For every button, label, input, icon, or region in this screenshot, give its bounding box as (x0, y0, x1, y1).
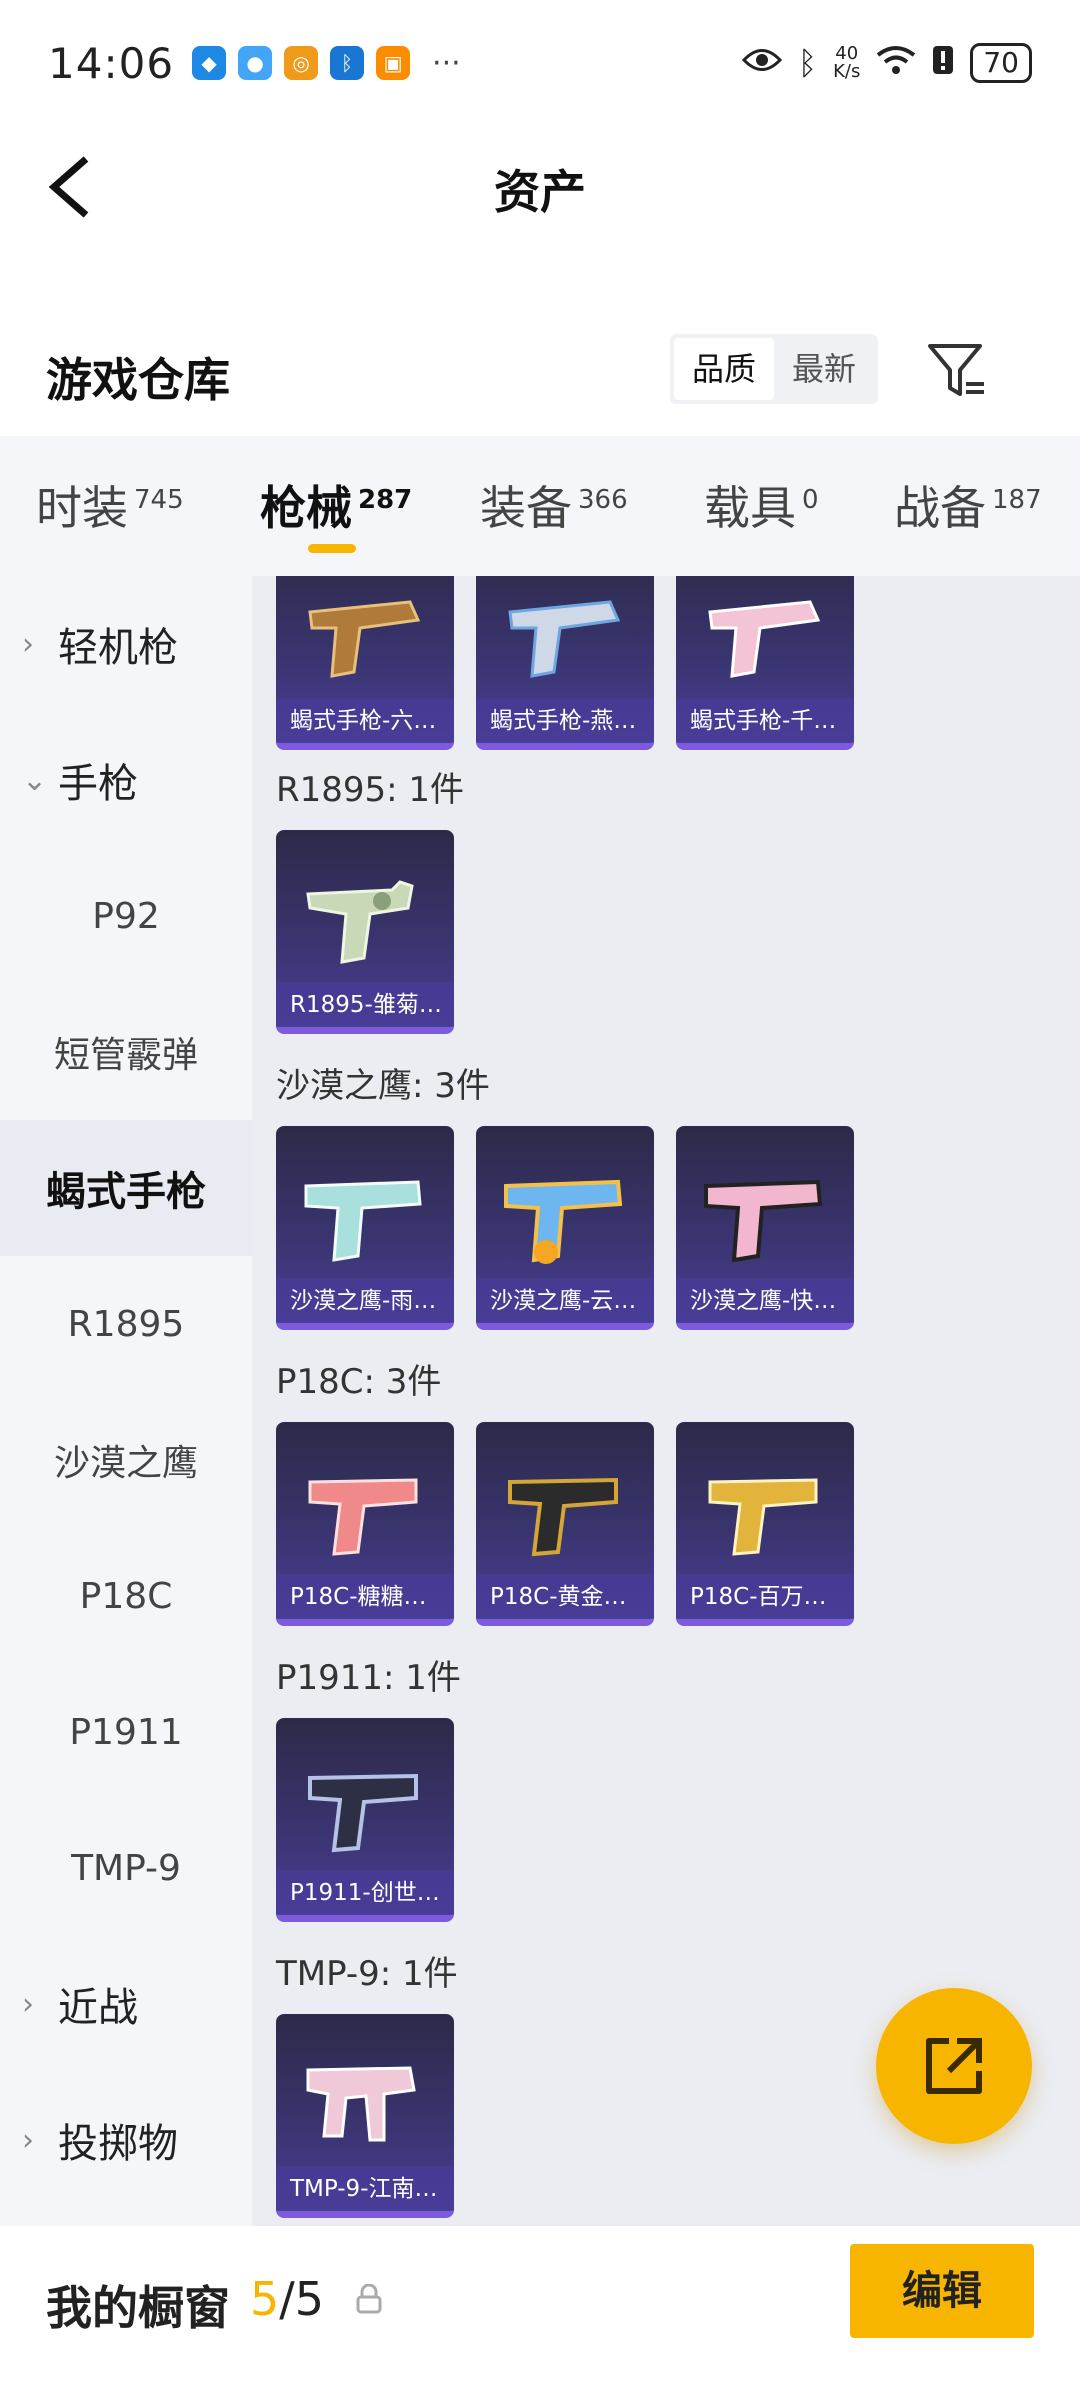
sidebar-item-p1911[interactable]: P1911 (0, 1664, 252, 1800)
showcase-count: 5/5 (250, 2272, 325, 2326)
sidebar-item-p92[interactable]: P92 (0, 848, 252, 984)
sidebar-item-lmg[interactable]: › 轻机枪 (0, 576, 252, 712)
bottom-showcase-bar: 我的橱窗 5/5 编辑 (0, 2226, 1080, 2382)
active-tab-indicator (308, 544, 356, 553)
tab-equipment[interactable]: 装备 366 (480, 472, 628, 538)
skin-name: 蝎式手枪-千… (676, 699, 854, 743)
pistol-skin-image (508, 600, 621, 678)
group-label: TMP-9: 1件 (276, 1954, 458, 1994)
sidebar-item-p18c[interactable]: P18C (0, 1528, 252, 1664)
external-link-icon (926, 2038, 982, 2094)
skin-card[interactable]: 沙漠之鹰-雨… (276, 1126, 454, 1330)
chevron-down-icon: ⌄ (22, 762, 48, 798)
skin-name: P18C-百万… (676, 1575, 854, 1619)
skin-name: 沙漠之鹰-雨… (276, 1279, 454, 1323)
game-app-icon: ◎ (284, 46, 319, 80)
category-tabs: 时装 745 枪械 287 装备 366 载具 0 战备 187 (0, 436, 1080, 576)
skin-name: TMP-9-江南… (276, 2167, 454, 2211)
tab-guns[interactable]: 枪械 287 (260, 472, 412, 538)
share-button[interactable] (876, 1988, 1032, 2144)
sidebar-item-tmp9[interactable]: TMP-9 (0, 1800, 252, 1936)
smg-skin-image (306, 2066, 416, 2142)
bluetooth-app-icon: ᛒ (330, 46, 365, 80)
sidebar-item-melee[interactable]: › 近战 (0, 1936, 252, 2072)
skin-name: P1911-创世… (276, 1871, 454, 1915)
sidebar-item-pistol[interactable]: ⌄ 手枪 (0, 712, 252, 848)
net-speed: 40 K/s (833, 43, 861, 82)
pistol-skin-image (708, 600, 821, 678)
warehouse-row: 游戏仓库 品质 最新 (0, 316, 1080, 426)
showcase-label: 我的橱窗 (46, 2281, 230, 2335)
shield-app-icon: ◆ (192, 46, 227, 80)
chevron-right-icon: › (22, 626, 34, 662)
revolver-skin-image (306, 880, 414, 964)
alert-icon (932, 45, 954, 82)
skin-card[interactable]: P18C-百万… (676, 1422, 854, 1626)
chevron-right-icon: › (22, 1986, 34, 2022)
page-title: 资产 (494, 165, 586, 219)
more-notifications-icon: ··· (432, 45, 461, 81)
skin-name: P18C-黄金… (476, 1575, 654, 1619)
skin-card[interactable]: 蝎式手枪-千… (676, 576, 854, 750)
skin-card[interactable]: R1895-雏菊… (276, 830, 454, 1034)
edit-button[interactable]: 编辑 (850, 2244, 1034, 2338)
pistol-skin-image (304, 1180, 422, 1262)
globe-app-icon: ● (238, 46, 273, 80)
status-bar: 14:06 ◆ ● ◎ ᛒ ▣ ··· ᛒ 40 K/s 70 (0, 0, 1080, 126)
tab-vehicles[interactable]: 载具 0 (704, 472, 819, 538)
filter-icon[interactable] (922, 336, 992, 406)
skin-name: 沙漠之鹰-快… (676, 1279, 854, 1323)
eye-icon (741, 47, 782, 80)
skin-card[interactable]: P18C-糖糖… (276, 1422, 454, 1626)
lock-icon (356, 2284, 382, 2314)
pistol-skin-image (708, 1478, 818, 1556)
skin-card[interactable]: P1911-创世… (276, 1718, 454, 1922)
group-label: P18C: 3件 (276, 1362, 442, 1402)
tab-supplies[interactable]: 战备 187 (894, 472, 1042, 538)
skin-name: R1895-雏菊… (276, 983, 454, 1027)
skin-name: P18C-糖糖… (276, 1575, 454, 1619)
sidebar-item-skorpion[interactable]: 蝎式手枪 (0, 1120, 252, 1256)
skin-name: 蝎式手枪-燕… (476, 699, 654, 743)
skin-name: 沙漠之鹰-云… (476, 1279, 654, 1323)
skin-card[interactable]: 沙漠之鹰-云… (476, 1126, 654, 1330)
pistol-skin-image (308, 1478, 418, 1556)
pistol-skin-image (308, 1773, 418, 1853)
battery-indicator: 70 (970, 43, 1032, 83)
sort-toggle: 品质 最新 (670, 334, 879, 404)
wifi-icon (876, 45, 916, 82)
skin-card[interactable]: 沙漠之鹰-快… (676, 1126, 854, 1330)
pistol-skin-image (704, 1179, 823, 1263)
pistol-skin-image (504, 1179, 623, 1264)
weapon-category-sidebar: › 轻机枪 ⌄ 手枪 P92 短管霰弹 蝎式手枪 R1895 沙漠之鹰 P18C… (0, 576, 252, 2226)
sidebar-item-r1895[interactable]: R1895 (0, 1256, 252, 1392)
group-label: P1911: 1件 (276, 1658, 461, 1698)
bluetooth-icon: ᛒ (797, 44, 818, 82)
status-app-icons: ◆ ● ◎ ᛒ ▣ ··· (192, 46, 461, 81)
skin-card[interactable]: P18C-黄金… (476, 1422, 654, 1626)
sort-quality-option[interactable]: 品质 (674, 338, 775, 400)
gamepad-app-icon: ▣ (376, 46, 411, 80)
status-time: 14:06 (48, 38, 175, 88)
warehouse-title: 游戏仓库 (46, 353, 230, 407)
group-label: R1895: 1件 (276, 770, 465, 810)
skin-name: 蝎式手枪-六… (276, 699, 454, 743)
sidebar-item-desert-eagle[interactable]: 沙漠之鹰 (0, 1392, 252, 1528)
group-label: 沙漠之鹰: 3件 (276, 1066, 490, 1106)
skin-card[interactable]: 蝎式手枪-燕… (476, 576, 654, 750)
pistol-skin-image (308, 600, 421, 678)
weapon-skin-grid: 蝎式手枪-六… 蝎式手枪-燕… 蝎式手枪-千… R1895: 1件 R1895-… (252, 576, 1080, 2226)
status-right: ᛒ 40 K/s 70 (741, 43, 1032, 83)
sort-newest-option[interactable]: 最新 (774, 338, 874, 400)
skin-card[interactable]: TMP-9-江南… (276, 2014, 454, 2218)
sidebar-item-sawed-off[interactable]: 短管霰弹 (0, 984, 252, 1120)
chevron-right-icon: › (22, 2122, 34, 2158)
pistol-skin-image (508, 1477, 618, 1557)
tab-fashion[interactable]: 时装 745 (36, 472, 184, 538)
page-header: 资产 (0, 126, 1080, 246)
skin-card[interactable]: 蝎式手枪-六… (276, 576, 454, 750)
sidebar-item-throwables[interactable]: › 投掷物 (0, 2072, 252, 2208)
